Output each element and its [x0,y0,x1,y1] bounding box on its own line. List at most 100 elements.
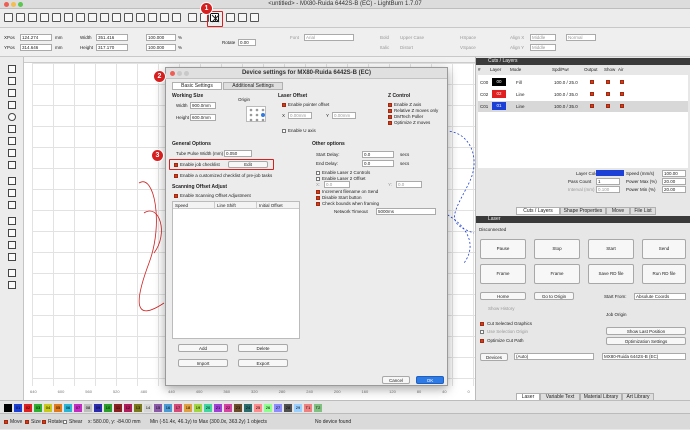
stop-button[interactable]: Stop [534,239,580,259]
output-toggle[interactable] [590,104,594,108]
ok-button[interactable]: OK [416,376,444,384]
device-settings-icon[interactable] [210,13,220,23]
move-mode-checkbox[interactable] [4,420,8,424]
laser2-controls-checkbox[interactable] [316,171,320,175]
palette-swatch[interactable]: 24 [244,404,252,412]
measure-tool-icon[interactable] [8,161,16,169]
origin-selector[interactable] [246,106,266,122]
edit-checklist-button[interactable]: Edit [228,161,268,168]
palette-swatch[interactable]: 16 [164,404,172,412]
zoom-out-icon[interactable] [148,13,157,22]
weld-tool-icon[interactable] [8,189,16,197]
line-tool-icon[interactable] [8,89,16,97]
height-percent-field[interactable]: 100.000 [146,44,176,51]
ellipse-tool-icon[interactable] [8,113,16,121]
tab-shape-properties[interactable]: Shape Properties [560,207,606,215]
close-window-button[interactable] [4,2,9,7]
devices-button[interactable]: Devices [480,353,508,361]
pass-count-field[interactable]: 1 [596,178,620,185]
offset-x-field[interactable]: 0.00mm [288,112,312,119]
align-tool-icon[interactable] [8,217,16,225]
zoom-window-button[interactable] [18,2,23,7]
palette-swatch[interactable]: 13 [134,404,142,412]
palette-swatch[interactable]: 25 [254,404,262,412]
send-button[interactable]: Send [642,239,686,259]
custom-checklist-checkbox[interactable] [174,174,178,178]
palette-swatch[interactable]: 22 [224,404,232,412]
laser2-x-field[interactable]: 0.0 [324,181,350,188]
zoom-in-icon[interactable] [136,13,145,22]
ypos-field[interactable]: 314.646 [20,44,52,51]
palette-swatch[interactable]: 07 [74,404,82,412]
speed-field[interactable]: 100.00 [662,170,686,177]
palette-swatch[interactable]: 23 [234,404,242,412]
frame-button[interactable]: Frame [480,264,526,284]
disable-start-checkbox[interactable] [316,196,320,200]
air-toggle[interactable] [620,92,624,96]
undo-icon[interactable] [52,13,61,22]
settings-icon[interactable] [250,13,259,22]
show-toggle[interactable] [606,92,610,96]
u-axis-checkbox[interactable] [282,129,286,133]
home-button[interactable]: Home [480,292,526,300]
use-selection-origin-checkbox[interactable] [480,330,484,334]
table-row[interactable]: C02 02 Line 100.0 / 35.0 [478,89,688,100]
polygon-tool-icon[interactable] [8,125,16,133]
show-last-position-button[interactable]: Show Last Position [606,327,686,335]
paste-icon[interactable] [100,13,109,22]
bitmap-tool-icon[interactable] [8,269,16,277]
start-from-select[interactable]: Absolute Coords [634,293,686,300]
table-row[interactable]: C00 00 Fill 100.0 / 25.0 [478,77,688,88]
device-select[interactable]: MX80-Ruida 6442S-B (EC) [602,353,686,360]
palette-swatch[interactable]: 28 [284,404,292,412]
shear-mode-checkbox[interactable] [63,420,67,424]
palette-swatch[interactable]: 05 [54,404,62,412]
network-timeout-field[interactable]: 5000ms [376,208,436,215]
palette-swatch[interactable]: 09 [94,404,102,412]
interval-field[interactable]: 0.100 [596,186,620,193]
ws-height-field[interactable]: 600.0mm [190,114,216,121]
position-laser-icon[interactable] [8,149,16,157]
cut-selected-checkbox[interactable] [480,322,484,326]
palette-swatch[interactable]: 03 [34,404,42,412]
boolean-tool-icon[interactable] [8,201,16,209]
layer-color-swatch[interactable] [596,170,624,176]
add-button[interactable]: Add [178,344,228,352]
end-delay-field[interactable]: 0.0 [362,160,394,167]
palette-swatch[interactable]: 21 [214,404,222,412]
start-delay-field[interactable]: 0.0 [362,151,394,158]
width-percent-field[interactable]: 100.000 [146,34,176,41]
relative-z-checkbox[interactable] [388,109,392,113]
palette-swatch[interactable]: T1 [304,404,312,412]
port-select[interactable]: (Auto) [514,353,594,360]
palette-swatch[interactable]: 15 [154,404,162,412]
tab-cuts-layers[interactable]: Cuts / Layers [516,207,560,215]
row-mode[interactable]: Fill [516,80,522,85]
row-mode[interactable]: Line [516,92,525,97]
align-x-select[interactable]: Middle [530,34,556,41]
minimize-window-button[interactable] [11,2,16,7]
redo-icon[interactable] [64,13,73,22]
zoom-page-icon[interactable] [172,13,181,22]
cut-icon[interactable] [76,13,85,22]
palette-swatch[interactable]: 27 [274,404,282,412]
laser2-y-field[interactable]: 0.0 [396,181,422,188]
align-y-select[interactable]: Middle [530,44,556,51]
power-min-field[interactable]: 20.00 [662,186,686,193]
run-rd-button[interactable]: Run RD file [642,264,686,284]
go-to-origin-button[interactable]: Go to Origin [534,292,574,300]
import-button[interactable]: Import [178,359,228,367]
palette-swatch[interactable]: 01 [14,404,22,412]
width-field[interactable]: 351.416 [96,34,128,41]
select-tool-icon[interactable] [8,65,16,73]
palette-swatch[interactable]: 14 [144,404,152,412]
palette-swatch[interactable]: 26 [264,404,272,412]
air-toggle[interactable] [620,104,624,108]
frame-icon[interactable] [188,13,197,22]
delete-icon[interactable] [112,13,121,22]
optimization-settings-button[interactable]: Optimization Settings [606,337,686,345]
trace-tool-icon[interactable] [8,281,16,289]
optimize-cut-path-checkbox[interactable] [480,339,484,343]
grid-array-icon[interactable] [8,241,16,249]
zoom-fit-icon[interactable] [160,13,169,22]
